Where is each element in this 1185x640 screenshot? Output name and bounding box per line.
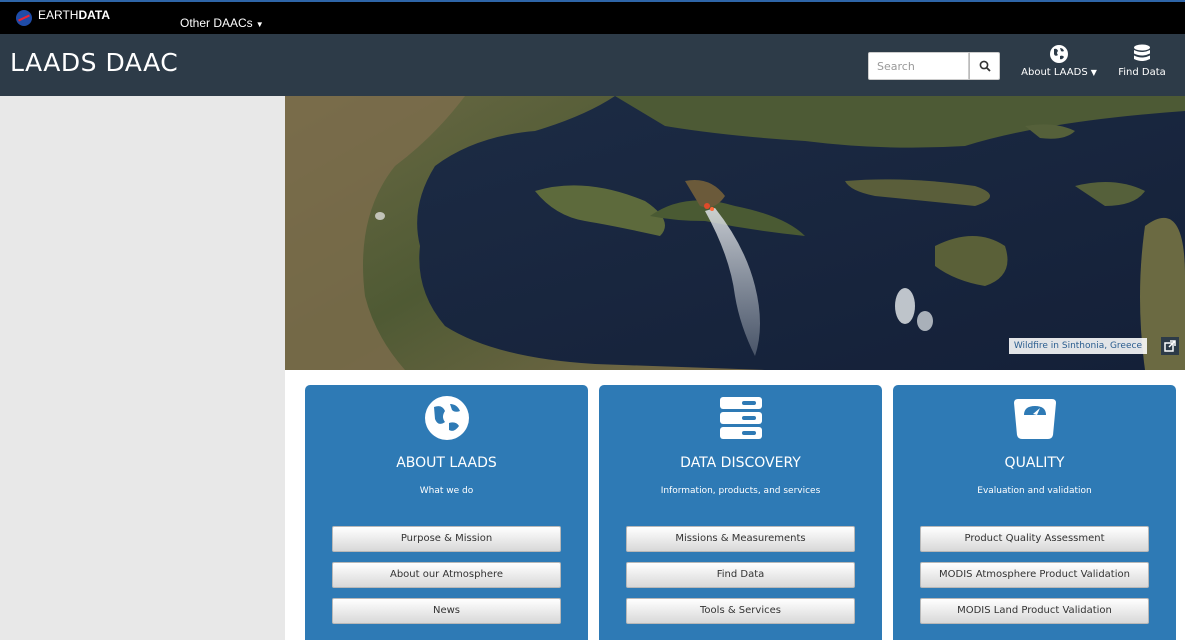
nav-find-data[interactable]: Find Data (1112, 44, 1172, 78)
tools-services-button[interactable]: Tools & Services (626, 598, 855, 624)
other-daacs-label: Other DAACs (180, 16, 253, 30)
nav-about-label: About LAADS (1021, 67, 1088, 78)
external-link-button[interactable] (1161, 337, 1179, 355)
nasa-logo-icon[interactable] (16, 10, 32, 26)
caret-down-icon: ▼ (255, 20, 264, 29)
satellite-image (285, 96, 1185, 370)
card-about-laads: ABOUT LAADS What we do Purpose & Mission… (305, 385, 588, 640)
card-subtitle: Evaluation and validation (977, 486, 1092, 496)
globe-icon (1050, 45, 1068, 63)
card-subtitle: Information, products, and services (660, 486, 821, 496)
news-button[interactable]: News (332, 598, 561, 624)
caret-down-icon: ▼ (1090, 68, 1097, 77)
card-icon-wrap (893, 395, 1176, 443)
product-quality-assessment-button[interactable]: Product Quality Assessment (920, 526, 1149, 552)
database-icon (1134, 44, 1150, 61)
find-data-button[interactable]: Find Data (626, 562, 855, 588)
globe-icon (424, 396, 469, 440)
card-icon-wrap (599, 395, 882, 443)
card-icon-wrap (305, 395, 588, 443)
missions-measurements-button[interactable]: Missions & Measurements (626, 526, 855, 552)
site-title[interactable]: LAADS DAAC (10, 48, 178, 77)
server-stack-icon (719, 397, 762, 439)
earthdata-brand[interactable]: EARTHDATA (38, 8, 110, 22)
card-title: ABOUT LAADS (396, 455, 497, 471)
modis-land-validation-button[interactable]: MODIS Land Product Validation (920, 598, 1149, 624)
external-link-icon (1164, 340, 1176, 352)
about-atmosphere-button[interactable]: About our Atmosphere (332, 562, 561, 588)
left-sidebar (0, 96, 285, 640)
site-header: LAADS DAAC About LAADS▼ Find Data (0, 34, 1185, 96)
scale-icon (1013, 399, 1056, 439)
nav-find-label: Find Data (1118, 67, 1166, 78)
card-subtitle: What we do (419, 486, 474, 496)
modis-atmosphere-validation-button[interactable]: MODIS Atmosphere Product Validation (920, 562, 1149, 588)
hero-caption[interactable]: Wildfire in Sinthonia, Greece (1008, 338, 1147, 354)
card-data-discovery: DATA DISCOVERY Information, products, an… (599, 385, 882, 640)
search-icon (979, 60, 991, 72)
purpose-mission-button[interactable]: Purpose & Mission (332, 526, 561, 552)
card-title: DATA DISCOVERY (680, 455, 801, 471)
hero-satellite-image[interactable]: Wildfire in Sinthonia, Greece (285, 96, 1185, 370)
search-button[interactable] (969, 52, 1000, 80)
brand-earth: EARTH (38, 8, 79, 22)
other-daacs-menu[interactable]: Other DAACs ▼ (180, 16, 264, 30)
brand-data: DATA (78, 8, 110, 22)
card-title: QUALITY (1004, 455, 1065, 471)
card-quality: QUALITY Evaluation and validation Produc… (893, 385, 1176, 640)
search-input[interactable] (868, 52, 969, 80)
earthdata-topbar: EARTHDATA Other DAACs ▼ (0, 0, 1185, 34)
nav-about-laads[interactable]: About LAADS ▼ (1020, 44, 1098, 78)
